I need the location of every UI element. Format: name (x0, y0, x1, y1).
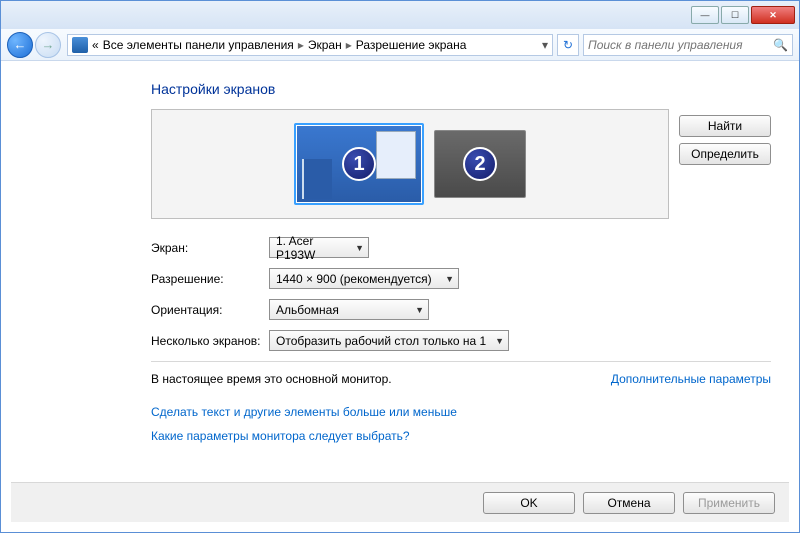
row-resolution: Разрешение: 1440 × 900 (рекомендуется) ▼ (151, 268, 771, 289)
ok-button[interactable]: OK (483, 492, 575, 514)
breadcrumb[interactable]: « Все элементы панели управления ▸ Экран… (67, 34, 553, 56)
chevron-down-icon: ▼ (415, 305, 424, 315)
bottom-bar: OK Отмена Применить (11, 482, 789, 522)
breadcrumb-mid[interactable]: Экран (308, 38, 342, 52)
forward-button[interactable]: → (35, 32, 61, 58)
navbar: ← → « Все элементы панели управления ▸ Э… (1, 29, 799, 61)
search-icon[interactable]: 🔍 (773, 38, 788, 52)
cancel-button[interactable]: Отмена (583, 492, 675, 514)
search-box[interactable]: 🔍 (583, 34, 793, 56)
close-button[interactable]: ✕ (751, 6, 795, 24)
divider (151, 361, 771, 362)
row-multi: Несколько экранов: Отобразить рабочий ст… (151, 330, 771, 351)
select-multi[interactable]: Отобразить рабочий стол только на 1 ▼ (269, 330, 509, 351)
link-list: Сделать текст и другие элементы больше и… (151, 400, 771, 448)
chevron-down-icon: ▼ (445, 274, 454, 284)
titlebar: — ☐ ✕ (1, 1, 799, 29)
chevron-down-icon: ▼ (495, 336, 504, 346)
window: — ☐ ✕ ← → « Все элементы панели управлен… (0, 0, 800, 533)
minimize-button[interactable]: — (691, 6, 719, 24)
label-resolution: Разрешение: (151, 272, 269, 286)
page-title: Настройки экранов (151, 81, 771, 97)
select-orientation-value: Альбомная (276, 303, 339, 317)
refresh-button[interactable]: ↻ (557, 34, 579, 56)
breadcrumb-root[interactable]: Все элементы панели управления (103, 38, 294, 52)
display-arrangement[interactable]: 1 2 (151, 109, 669, 219)
display-preview-row: 1 2 Найти Определить (151, 109, 771, 219)
row-orientation: Ориентация: Альбомная ▼ (151, 299, 771, 320)
monitor-2[interactable]: 2 (434, 130, 526, 198)
label-multi: Несколько экранов: (151, 334, 269, 348)
monitor-1-badge: 1 (342, 147, 376, 181)
breadcrumb-prefix: « (92, 38, 99, 52)
apply-button: Применить (683, 492, 775, 514)
chevron-right-icon: ▸ (298, 38, 304, 52)
control-panel-icon (72, 37, 88, 53)
find-button[interactable]: Найти (679, 115, 771, 137)
label-orientation: Ориентация: (151, 303, 269, 317)
chevron-down-icon: ▼ (355, 243, 364, 253)
row-screen: Экран: 1. Acer P193W ▼ (151, 237, 771, 258)
label-screen: Экран: (151, 241, 269, 255)
select-resolution-value: 1440 × 900 (рекомендуется) (276, 272, 432, 286)
search-input[interactable] (588, 38, 773, 52)
back-button[interactable]: ← (7, 32, 33, 58)
select-multi-value: Отобразить рабочий стол только на 1 (276, 334, 486, 348)
which-settings-link[interactable]: Какие параметры монитора следует выбрать… (151, 429, 410, 443)
monitor-2-badge: 2 (463, 147, 497, 181)
select-orientation[interactable]: Альбомная ▼ (269, 299, 429, 320)
select-screen[interactable]: 1. Acer P193W ▼ (269, 237, 369, 258)
select-resolution[interactable]: 1440 × 900 (рекомендуется) ▼ (269, 268, 459, 289)
maximize-button[interactable]: ☐ (721, 6, 749, 24)
monitor-1[interactable]: 1 (294, 123, 424, 205)
content: Настройки экранов 1 2 Найти Определить Э… (1, 61, 799, 448)
advanced-settings-link[interactable]: Дополнительные параметры (611, 372, 771, 386)
select-screen-value: 1. Acer P193W (276, 234, 349, 262)
chevron-right-icon: ▸ (346, 38, 352, 52)
chevron-down-icon[interactable]: ▾ (542, 38, 548, 52)
preview-side-buttons: Найти Определить (679, 109, 771, 165)
status-row: В настоящее время это основной монитор. … (151, 372, 771, 386)
breadcrumb-leaf[interactable]: Разрешение экрана (356, 38, 467, 52)
identify-button[interactable]: Определить (679, 143, 771, 165)
text-size-link[interactable]: Сделать текст и другие элементы больше и… (151, 405, 457, 419)
primary-monitor-status: В настоящее время это основной монитор. (151, 372, 392, 386)
